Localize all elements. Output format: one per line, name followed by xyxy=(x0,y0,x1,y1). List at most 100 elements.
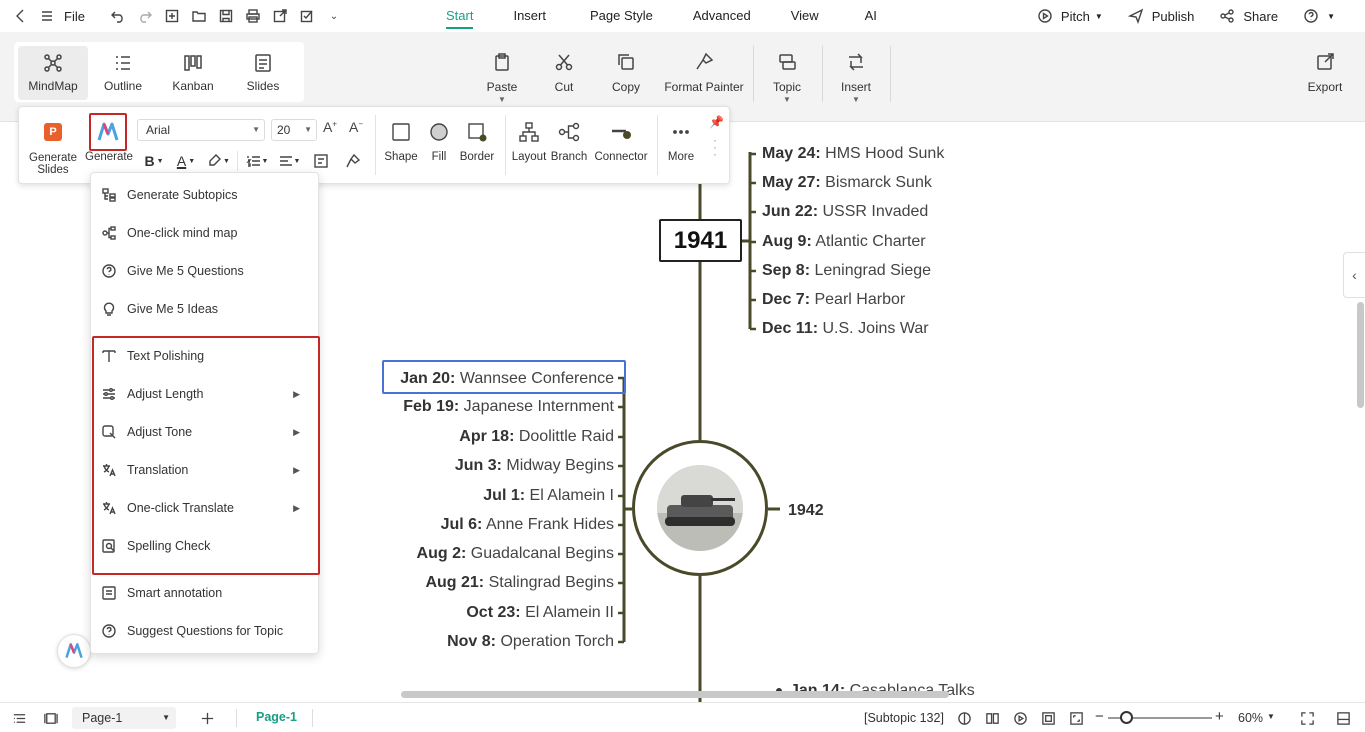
vertical-scrollbar[interactable] xyxy=(1357,302,1364,408)
menu-item-smart-annotation[interactable]: Smart annotation xyxy=(91,577,320,609)
fit-screen-icon[interactable] xyxy=(1067,709,1085,727)
event-1942[interactable]: Oct 23: El Alamein II xyxy=(466,604,614,622)
chevron-down-icon[interactable]: ▼ xyxy=(1267,712,1275,721)
event-1942[interactable]: Aug 21: Stalingrad Begins xyxy=(425,574,614,592)
zoom-level[interactable]: 60% xyxy=(1238,711,1263,725)
help-button[interactable]: ▼ xyxy=(1300,5,1335,27)
branch-button[interactable]: Branch xyxy=(551,121,587,163)
tab-ai[interactable]: AI xyxy=(865,0,877,32)
publish-button[interactable]: Publish xyxy=(1125,5,1194,27)
menu-item-text-polishing[interactable]: Text Polishing xyxy=(91,340,320,372)
open-folder-icon[interactable] xyxy=(188,5,210,27)
view-slides-button[interactable]: Slides xyxy=(228,46,298,100)
collapse-panel-button[interactable]: ‹ xyxy=(1343,252,1365,298)
outline-panel-icon[interactable] xyxy=(10,709,28,727)
zoom-out-icon[interactable]: − xyxy=(1095,708,1104,725)
tab-view[interactable]: View xyxy=(791,0,819,32)
menu-item-translation[interactable]: Translation ▶ xyxy=(91,454,320,486)
drag-handle-icon[interactable]: · · · xyxy=(713,134,717,160)
export-button[interactable]: Export xyxy=(1302,52,1348,94)
zoom-slider-handle[interactable] xyxy=(1120,711,1133,724)
redo-icon[interactable] xyxy=(134,5,156,27)
menu-item-spelling-check[interactable]: Spelling Check xyxy=(91,530,320,562)
decrease-font-icon[interactable]: A− xyxy=(349,119,363,135)
font-family-select[interactable]: Arial ▼ xyxy=(137,119,265,141)
topic-1942[interactable]: 1942 xyxy=(788,502,824,520)
new-file-icon[interactable] xyxy=(161,5,183,27)
text-color-icon[interactable]: A ▼ xyxy=(173,151,199,171)
pin-icon[interactable]: 📌 xyxy=(709,115,724,129)
cut-button[interactable]: Cut xyxy=(544,52,584,94)
font-size-select[interactable]: 20 ▼ xyxy=(271,119,317,141)
event-1942[interactable]: Feb 19: Japanese Internment xyxy=(403,398,614,416)
page-tab[interactable]: Page-1 xyxy=(256,710,297,724)
highlight-icon[interactable]: ▼ xyxy=(205,151,231,171)
increase-font-icon[interactable]: A+ xyxy=(323,119,337,135)
zoom-in-icon[interactable]: + xyxy=(1215,708,1224,725)
theme-icon[interactable] xyxy=(955,709,973,727)
layout-button[interactable]: Layout xyxy=(511,121,547,163)
align-icon[interactable]: ▼ xyxy=(276,151,302,171)
event-1942[interactable]: Jul 1: El Alamein I xyxy=(483,487,614,505)
event-1941[interactable]: Jun 22: USSR Invaded xyxy=(762,203,928,221)
book-icon[interactable] xyxy=(983,709,1001,727)
topic-1941[interactable]: 1941 xyxy=(659,219,742,262)
file-menu[interactable]: File xyxy=(64,9,85,24)
event-1942[interactable]: Aug 2: Guadalcanal Begins xyxy=(417,545,614,563)
view-kanban-button[interactable]: Kanban xyxy=(158,46,228,100)
event-1941[interactable]: Dec 7: Pearl Harbor xyxy=(762,291,905,309)
undo-icon[interactable] xyxy=(107,5,129,27)
event-1941[interactable]: May 27: Bismarck Sunk xyxy=(762,174,932,192)
tab-page-style[interactable]: Page Style xyxy=(590,0,653,32)
numbered-list-icon[interactable]: ▼ xyxy=(244,151,270,171)
hamburger-icon[interactable] xyxy=(36,5,58,27)
more-button[interactable]: More xyxy=(665,121,697,163)
generate-ai-button[interactable] xyxy=(89,113,127,151)
back-icon[interactable] xyxy=(10,5,32,27)
border-button[interactable]: Border xyxy=(459,121,495,163)
tab-start[interactable]: Start xyxy=(446,0,474,32)
copy-button[interactable]: Copy xyxy=(606,52,646,94)
connector-button[interactable]: Connector xyxy=(593,121,649,163)
event-1941[interactable]: Aug 9: Atlantic Charter xyxy=(762,233,926,251)
ai-assistant-button[interactable] xyxy=(57,634,91,668)
text-box-icon[interactable] xyxy=(308,151,334,171)
fill-button[interactable]: Fill xyxy=(429,121,449,163)
event-1941[interactable]: Dec 11: U.S. Joins War xyxy=(762,320,929,338)
format-painter-button[interactable]: Format Painter xyxy=(664,52,744,94)
event-1942[interactable]: Jun 3: Midway Begins xyxy=(455,457,614,475)
menu-item-suggest-questions[interactable]: Suggest Questions for Topic xyxy=(91,615,320,647)
shape-button[interactable]: Shape xyxy=(384,121,418,163)
event-1942[interactable]: Nov 8: Operation Torch xyxy=(447,633,614,651)
insert-button[interactable]: Insert ▼ xyxy=(836,52,876,104)
chevron-down-icon[interactable]: ⌄ xyxy=(323,5,345,27)
fullscreen-icon[interactable] xyxy=(1298,709,1316,727)
menu-item-adjust-tone[interactable]: Adjust Tone ▶ xyxy=(91,416,320,448)
export-quick-icon[interactable] xyxy=(269,5,291,27)
tab-advanced[interactable]: Advanced xyxy=(693,0,751,32)
bold-icon[interactable]: B ▼ xyxy=(141,151,167,171)
view-mindmap-button[interactable]: MindMap xyxy=(18,46,88,100)
share-button[interactable]: Share xyxy=(1216,5,1278,27)
paste-button[interactable]: Paste ▼ xyxy=(480,52,524,104)
event-1942[interactable]: Jul 6: Anne Frank Hides xyxy=(441,516,614,534)
event-1942[interactable]: Jan 20: Wannsee Conference xyxy=(400,370,614,388)
menu-item-one-click-mind-map[interactable]: One-click mind map xyxy=(91,217,320,249)
fit-page-icon[interactable] xyxy=(1039,709,1057,727)
page-select[interactable]: Page-1 ▼ xyxy=(72,707,176,729)
save-icon[interactable] xyxy=(215,5,237,27)
menu-item-generate-subtopics[interactable]: Generate Subtopics xyxy=(91,179,320,211)
horizontal-scrollbar[interactable] xyxy=(401,691,949,698)
collapse-panel-icon[interactable] xyxy=(1334,709,1352,727)
add-page-icon[interactable] xyxy=(198,709,216,727)
task-check-icon[interactable] xyxy=(296,5,318,27)
menu-item-one-click-translate[interactable]: One-click Translate ▶ xyxy=(91,492,320,524)
pitch-button[interactable]: Pitch ▼ xyxy=(1034,5,1103,27)
event-1941[interactable]: Sep 8: Leningrad Siege xyxy=(762,262,931,280)
view-outline-button[interactable]: Outline xyxy=(88,46,158,100)
print-icon[interactable] xyxy=(242,5,264,27)
page-panel-icon[interactable] xyxy=(41,709,59,727)
menu-item-adjust-length[interactable]: Adjust Length ▶ xyxy=(91,378,320,410)
tab-insert[interactable]: Insert xyxy=(513,0,546,32)
clear-format-icon[interactable] xyxy=(340,151,366,171)
